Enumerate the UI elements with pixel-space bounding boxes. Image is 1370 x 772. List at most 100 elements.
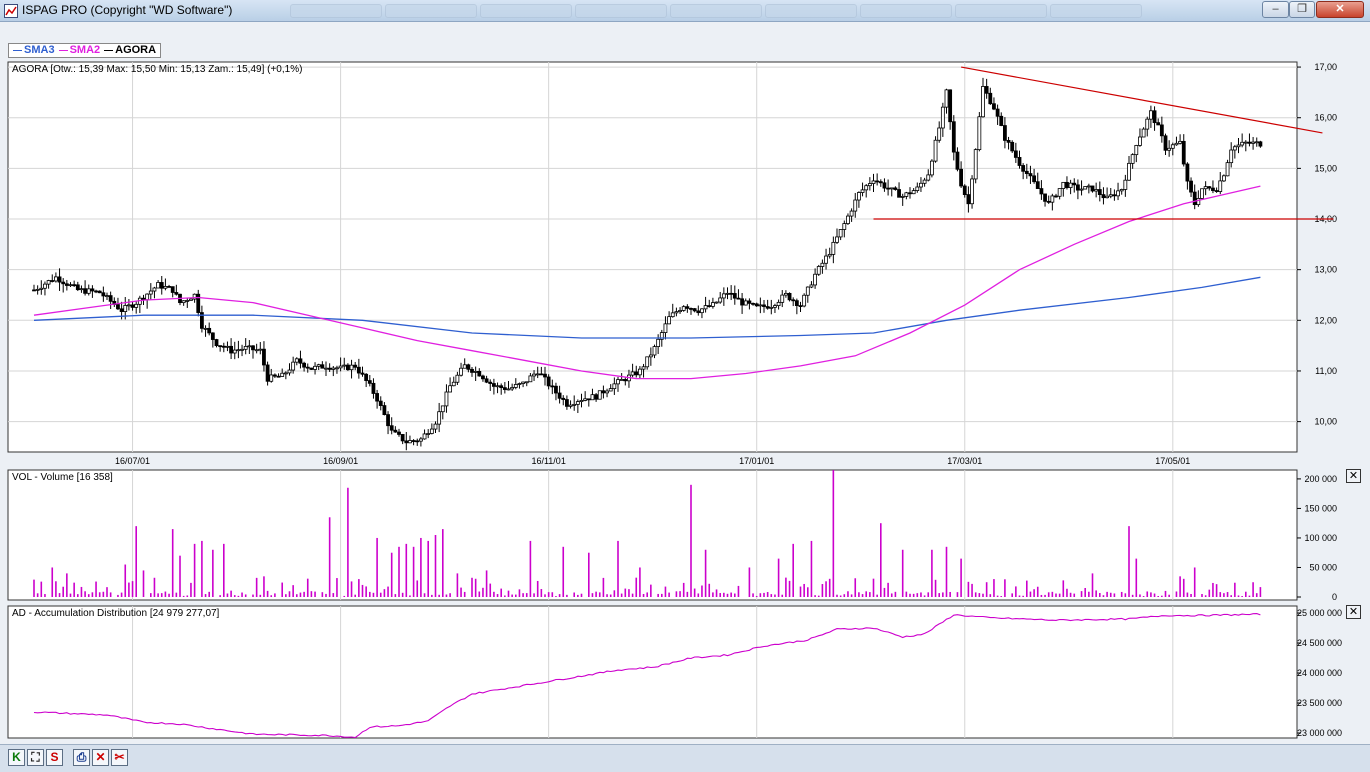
candle-body bbox=[692, 308, 697, 312]
y-tick-label: 200 000 bbox=[1304, 474, 1337, 484]
candle-body bbox=[105, 295, 109, 297]
candle-body bbox=[356, 366, 361, 374]
candle-body bbox=[802, 294, 807, 307]
cut-icon[interactable]: ✂ bbox=[111, 749, 128, 766]
candle-body bbox=[35, 288, 40, 291]
candle-body bbox=[794, 300, 799, 307]
candle-body bbox=[1035, 181, 1040, 189]
candle-body bbox=[1145, 118, 1150, 130]
candle-body bbox=[648, 354, 653, 358]
candle-body bbox=[378, 400, 383, 406]
candle-body bbox=[977, 116, 982, 151]
candle-body bbox=[886, 187, 890, 190]
candle-body bbox=[528, 375, 533, 383]
candle-body bbox=[572, 403, 577, 406]
minimize-button[interactable]: – bbox=[1262, 1, 1289, 18]
candle-body bbox=[557, 392, 562, 399]
candle-body bbox=[718, 297, 723, 303]
candle-body bbox=[101, 292, 106, 297]
close-ad-panel-button[interactable]: ✕ bbox=[1346, 605, 1361, 619]
chart-canvas[interactable]: 16/07/01 16/09/01 16/11/01 17/01/01 17/03/01… bbox=[0, 22, 1370, 744]
candle-body bbox=[732, 293, 737, 299]
print-icon[interactable]: ⎙ bbox=[73, 749, 90, 766]
candle-body bbox=[433, 423, 438, 430]
candle-body bbox=[1178, 140, 1182, 144]
candle-body bbox=[345, 364, 350, 371]
candle-body bbox=[725, 292, 730, 295]
candle-body bbox=[1043, 193, 1047, 202]
candle-body bbox=[335, 367, 339, 370]
s-icon[interactable]: S bbox=[46, 749, 63, 766]
delete-icon[interactable]: ✕ bbox=[92, 749, 109, 766]
close-button[interactable]: ✕ bbox=[1316, 1, 1364, 18]
candle-body bbox=[685, 306, 690, 309]
candle-body bbox=[535, 373, 540, 376]
close-volume-panel-button[interactable]: ✕ bbox=[1346, 469, 1361, 483]
candle-body bbox=[170, 286, 175, 293]
candle-body bbox=[189, 298, 193, 301]
background-tab bbox=[480, 4, 572, 18]
volume-info: VOL - Volume [16 358] bbox=[12, 472, 113, 483]
candle-body bbox=[871, 180, 876, 184]
candle-body bbox=[1119, 189, 1124, 192]
candle-body bbox=[1211, 187, 1215, 191]
candle-body bbox=[612, 383, 617, 390]
candle-body bbox=[426, 433, 431, 435]
candle-body bbox=[123, 305, 128, 312]
candle-body bbox=[429, 428, 434, 434]
candle-body bbox=[1185, 163, 1190, 182]
candle-body bbox=[758, 304, 763, 307]
candle-body bbox=[210, 332, 215, 340]
candle-body bbox=[404, 440, 409, 444]
candle-body bbox=[484, 378, 489, 383]
candle-body bbox=[1123, 179, 1128, 190]
candle-body bbox=[1229, 149, 1234, 164]
candle-body bbox=[805, 286, 810, 296]
candle-body bbox=[1200, 188, 1204, 199]
candle-body bbox=[1141, 128, 1146, 138]
candle-body bbox=[309, 367, 314, 370]
candle-body bbox=[926, 174, 931, 181]
candle-body bbox=[64, 283, 69, 286]
candle-body bbox=[280, 372, 285, 377]
candle-body bbox=[513, 384, 518, 388]
candle-body bbox=[601, 390, 606, 394]
candle-body bbox=[1127, 162, 1131, 181]
candle-body bbox=[955, 151, 960, 170]
candle-body bbox=[134, 303, 139, 308]
y-tick-label: 25 000 000 bbox=[1297, 608, 1342, 618]
candle-body bbox=[411, 440, 416, 442]
candle-body bbox=[1101, 194, 1106, 199]
candle-body bbox=[532, 373, 536, 377]
candle-body bbox=[145, 293, 150, 301]
candle-body bbox=[1013, 150, 1018, 158]
candle-body bbox=[218, 345, 223, 348]
maximize-button[interactable]: ❐ bbox=[1289, 1, 1315, 18]
candle-body bbox=[583, 398, 588, 401]
fit-icon[interactable]: ⛶ bbox=[27, 749, 44, 766]
candle-body bbox=[594, 394, 598, 400]
candle-body bbox=[1050, 195, 1055, 203]
ad-info: AD - Accumulation Distribution [24 979 2… bbox=[12, 608, 220, 619]
candle-body bbox=[342, 364, 347, 367]
candle-body bbox=[1236, 144, 1241, 148]
candle-body bbox=[820, 262, 825, 267]
candle-body bbox=[1214, 190, 1219, 192]
candle-body bbox=[181, 300, 186, 304]
candle-body bbox=[579, 399, 584, 403]
candle-body bbox=[97, 290, 102, 294]
candle-body bbox=[995, 108, 1000, 117]
candle-body bbox=[1254, 141, 1259, 144]
candle-body bbox=[597, 390, 602, 400]
candle-body bbox=[418, 438, 423, 442]
candle-body bbox=[240, 348, 244, 351]
candle-body bbox=[521, 381, 525, 384]
candle-body bbox=[1024, 170, 1029, 174]
candle-body bbox=[827, 253, 832, 257]
candle-body bbox=[459, 367, 463, 376]
candle-body bbox=[751, 302, 755, 305]
candle-body bbox=[232, 349, 237, 354]
k-icon[interactable]: K bbox=[8, 749, 25, 766]
candle-body bbox=[981, 86, 985, 118]
candle-body bbox=[313, 365, 317, 370]
